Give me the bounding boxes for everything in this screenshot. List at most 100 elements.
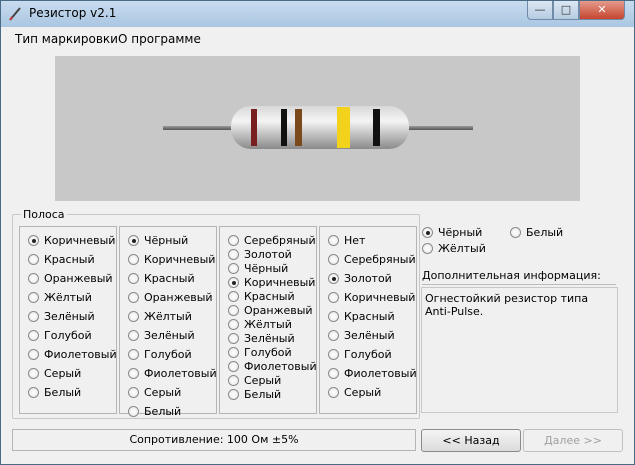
radio-band1-option[interactable]: Белый [28,386,81,399]
radio-indicator[interactable] [28,330,39,341]
radio-band4-option[interactable]: Красный [328,310,395,323]
radio-indicator[interactable] [128,254,139,265]
radio-indicator[interactable] [422,243,433,254]
menu-marking-type[interactable]: Тип маркировки [15,32,118,46]
radio-band4-option[interactable]: Фиолетовый [328,367,417,380]
radio-band1-option[interactable]: Оранжевый [28,272,113,285]
radio-band2-option[interactable]: Голубой [128,348,192,361]
radio-band2-option[interactable]: Жёлтый [128,310,192,323]
radio-indicator[interactable] [128,368,139,379]
radio-band2-option[interactable]: Чёрный [128,234,188,247]
radio-band1-option[interactable]: Зелёный [28,310,95,323]
radio-indicator[interactable] [228,263,239,274]
radio-band3-option[interactable]: Чёрный [228,262,288,275]
radio-indicator[interactable] [328,254,339,265]
radio-band3-option[interactable]: Серый [228,374,281,387]
radio-band3-option[interactable]: Жёлтый [228,318,292,331]
radio-band1-option[interactable]: Фиолетовый [28,348,117,361]
radio-band2-option[interactable]: Белый [128,405,181,418]
radio-indicator[interactable] [228,235,239,246]
radio-band2-option[interactable]: Красный [128,272,195,285]
radio-band2-option[interactable]: Оранжевый [128,291,213,304]
radio-indicator[interactable] [328,292,339,303]
radio-indicator[interactable] [328,368,339,379]
radio-indicator[interactable] [28,349,39,360]
menu-about[interactable]: О программе [118,32,201,46]
radio-indicator[interactable] [228,347,239,358]
body-color-option[interactable]: Чёрный [422,226,482,239]
band-group-label: Полоса [21,208,67,221]
radio-band3-option[interactable]: Зелёный [228,332,295,345]
radio-band2-option[interactable]: Серый [128,386,181,399]
radio-indicator[interactable] [328,273,339,284]
radio-band4-option[interactable]: Нет [328,234,365,247]
minimize-button[interactable]: — [527,1,553,20]
radio-indicator[interactable] [228,277,239,288]
radio-indicator[interactable] [28,387,39,398]
radio-indicator[interactable] [228,361,239,372]
back-button[interactable]: << Назад [421,429,521,452]
radio-band2-option[interactable]: Зелёный [128,329,195,342]
next-button[interactable]: Далее >> [523,429,623,452]
radio-band1-option[interactable]: Коричневый [28,234,115,247]
close-button[interactable]: ✕ [579,1,625,20]
radio-band3-option[interactable]: Золотой [228,248,292,261]
radio-indicator[interactable] [328,235,339,246]
radio-label: Коричневый [144,253,216,266]
radio-indicator[interactable] [128,292,139,303]
radio-indicator[interactable] [228,249,239,260]
radio-label: Серебряный [344,253,416,266]
radio-indicator[interactable] [128,387,139,398]
radio-indicator[interactable] [128,406,139,417]
radio-indicator[interactable] [328,387,339,398]
radio-band1-option[interactable]: Серый [28,367,81,380]
radio-band3-option[interactable]: Фиолетовый [228,360,317,373]
radio-band1-option[interactable]: Жёлтый [28,291,92,304]
radio-indicator[interactable] [28,292,39,303]
radio-indicator[interactable] [128,330,139,341]
radio-band2-option[interactable]: Коричневый [128,253,215,266]
radio-indicator[interactable] [128,273,139,284]
radio-indicator[interactable] [422,227,433,238]
radio-indicator[interactable] [228,305,239,316]
radio-band3-option[interactable]: Голубой [228,346,292,359]
radio-label: Голубой [144,348,192,361]
radio-indicator[interactable] [228,375,239,386]
radio-indicator[interactable] [328,349,339,360]
radio-band1-option[interactable]: Красный [28,253,95,266]
radio-band4-option[interactable]: Коричневый [328,291,415,304]
radio-band3-option[interactable]: Оранжевый [228,304,313,317]
radio-indicator[interactable] [228,389,239,400]
radio-indicator[interactable] [228,291,239,302]
radio-indicator[interactable] [228,333,239,344]
radio-indicator[interactable] [510,227,521,238]
radio-indicator[interactable] [228,319,239,330]
radio-indicator[interactable] [128,311,139,322]
radio-band4-option[interactable]: Зелёный [328,329,395,342]
main-window: Резистор v2.1 — □ ✕ Тип маркировки О про… [0,0,635,465]
radio-band4-option[interactable]: Серый [328,386,381,399]
radio-label: Оранжевый [144,291,213,304]
maximize-button[interactable]: □ [553,1,579,20]
radio-band4-option[interactable]: Золотой [328,272,392,285]
radio-indicator[interactable] [128,235,139,246]
body-color-option[interactable]: Жёлтый [422,242,486,255]
radio-indicator[interactable] [328,330,339,341]
radio-band3-option[interactable]: Серебряный [228,234,316,247]
body-color-option[interactable]: Белый [510,226,563,239]
radio-indicator[interactable] [128,349,139,360]
radio-band3-option[interactable]: Белый [228,388,281,401]
radio-band1-option[interactable]: Голубой [28,329,92,342]
radio-indicator[interactable] [28,235,39,246]
radio-indicator[interactable] [28,254,39,265]
radio-band3-option[interactable]: Коричневый [228,276,315,289]
radio-band4-option[interactable]: Серебряный [328,253,416,266]
radio-band2-option[interactable]: Фиолетовый [128,367,217,380]
radio-indicator[interactable] [28,368,39,379]
radio-band3-option[interactable]: Красный [228,290,295,303]
radio-indicator[interactable] [28,311,39,322]
radio-indicator[interactable] [28,273,39,284]
radio-indicator[interactable] [328,311,339,322]
radio-band4-option[interactable]: Голубой [328,348,392,361]
radio-label: Красный [144,272,195,285]
